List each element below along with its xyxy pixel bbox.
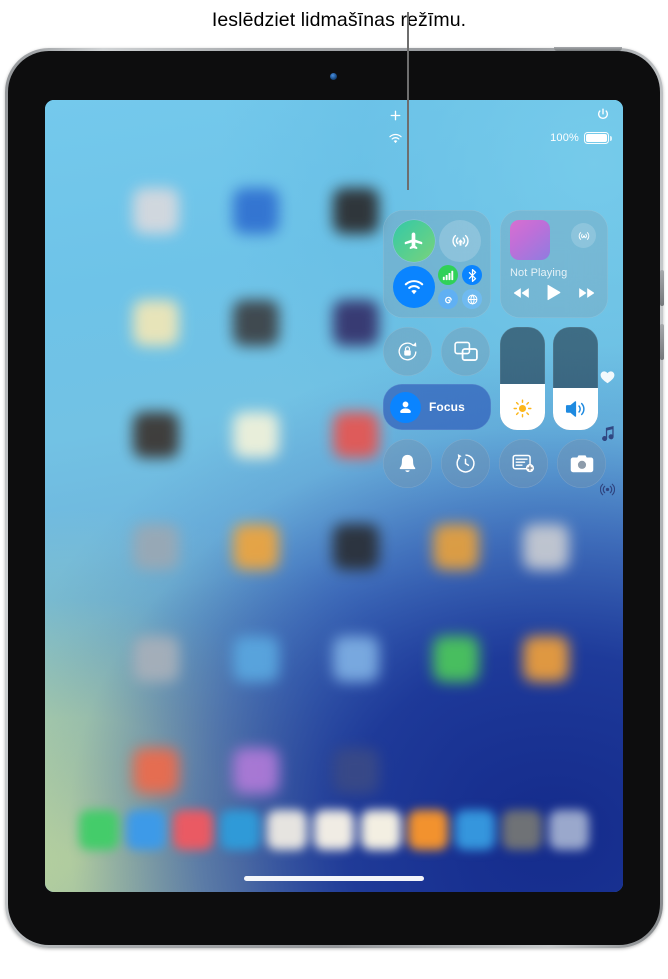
dock-app-icon[interactable] [455, 810, 495, 850]
sliders-group [500, 327, 598, 430]
home-screen-app-icon[interactable] [333, 636, 379, 682]
timer-button[interactable] [441, 439, 490, 488]
dock-app-icon[interactable] [267, 810, 307, 850]
rewind-icon[interactable] [513, 287, 530, 299]
volume-slider[interactable] [553, 327, 598, 430]
toggles-column: Focus [383, 327, 491, 430]
ipad-screen: 100% Not Playing Focus [45, 100, 623, 892]
dock-app-icon[interactable] [173, 810, 213, 850]
airplay-icon[interactable] [571, 223, 596, 248]
vpn-button[interactable] [462, 289, 482, 309]
home-screen-app-icon[interactable] [233, 412, 279, 458]
callout-leader-line [407, 12, 409, 190]
dock-app-icon[interactable] [79, 810, 119, 850]
personal-hotspot-button[interactable] [438, 289, 458, 309]
wifi-button[interactable] [392, 266, 435, 308]
home-screen-app-icon[interactable] [133, 636, 179, 682]
focus-button[interactable]: Focus [383, 384, 491, 430]
instruction-caption: Ieslēdziet lidmašīnas režīmu. [0, 0, 668, 40]
volume-down-button[interactable] [660, 324, 664, 360]
dock-app-icon[interactable] [126, 810, 166, 850]
utilities-row [383, 439, 608, 488]
connectivity-module [383, 210, 491, 318]
home-screen-app-icon[interactable] [133, 188, 179, 234]
brightness-slider[interactable] [500, 327, 545, 430]
control-center: Not Playing Focus [383, 210, 608, 488]
home-screen-app-icon[interactable] [333, 524, 379, 570]
front-camera [330, 73, 337, 80]
media-playback-module[interactable]: Not Playing [500, 210, 608, 318]
dock [69, 802, 599, 858]
control-center-row-2: Focus [383, 327, 608, 430]
home-screen-app-icon[interactable] [233, 636, 279, 682]
home-screen-app-icon[interactable] [233, 524, 279, 570]
home-screen-app-icon[interactable] [233, 188, 279, 234]
control-center-row-1: Not Playing [383, 210, 608, 318]
play-icon[interactable] [547, 284, 561, 301]
home-screen-app-icon[interactable] [433, 636, 479, 682]
home-screen-app-icon[interactable] [133, 748, 179, 794]
connectivity-mini-buttons [438, 265, 482, 309]
dock-app-icon[interactable] [549, 810, 589, 850]
camera-button[interactable] [557, 439, 606, 488]
rotation-lock-button[interactable] [383, 327, 432, 376]
caption-text: Ieslēdziet lidmašīnas režīmu. [211, 8, 467, 31]
dock-app-icon[interactable] [502, 810, 542, 850]
screen-mirroring-button[interactable] [441, 327, 490, 376]
home-screen-app-icon[interactable] [133, 524, 179, 570]
volume-up-button[interactable] [660, 270, 664, 306]
home-screen-app-icon[interactable] [333, 748, 379, 794]
home-screen-app-icon[interactable] [523, 524, 569, 570]
power-button[interactable] [554, 47, 622, 51]
airdrop-button[interactable] [439, 219, 481, 262]
silent-mode-button[interactable] [383, 439, 432, 488]
quick-note-button[interactable] [499, 439, 548, 488]
home-screen-app-icon[interactable] [433, 524, 479, 570]
focus-label: Focus [429, 400, 465, 414]
home-screen-app-icon[interactable] [333, 300, 379, 346]
media-transport-controls [510, 284, 598, 301]
toggle-row [383, 327, 491, 376]
speaker-icon [553, 400, 598, 418]
home-screen-app-icon[interactable] [133, 412, 179, 458]
home-screen-app-icon[interactable] [133, 300, 179, 346]
bluetooth-button[interactable] [462, 265, 482, 285]
home-screen-app-icon[interactable] [233, 300, 279, 346]
ipad-device-frame: 100% Not Playing Focus [5, 47, 664, 948]
home-screen-app-icon[interactable] [233, 748, 279, 794]
person-icon [390, 391, 421, 423]
fast-forward-icon[interactable] [578, 287, 595, 299]
home-screen-app-icon[interactable] [333, 188, 379, 234]
brightness-sun-icon [500, 399, 545, 418]
dock-app-icon[interactable] [408, 810, 448, 850]
media-status-text: Not Playing [510, 267, 568, 279]
dock-app-icon[interactable] [314, 810, 354, 850]
airplane-mode-button[interactable] [392, 219, 435, 262]
home-indicator[interactable] [244, 876, 424, 881]
dock-app-icon[interactable] [220, 810, 260, 850]
cellular-data-button[interactable] [438, 265, 458, 285]
dock-app-icon[interactable] [361, 810, 401, 850]
home-screen-app-icon[interactable] [333, 412, 379, 458]
home-screen-app-icon[interactable] [523, 636, 569, 682]
album-artwork [510, 220, 550, 260]
